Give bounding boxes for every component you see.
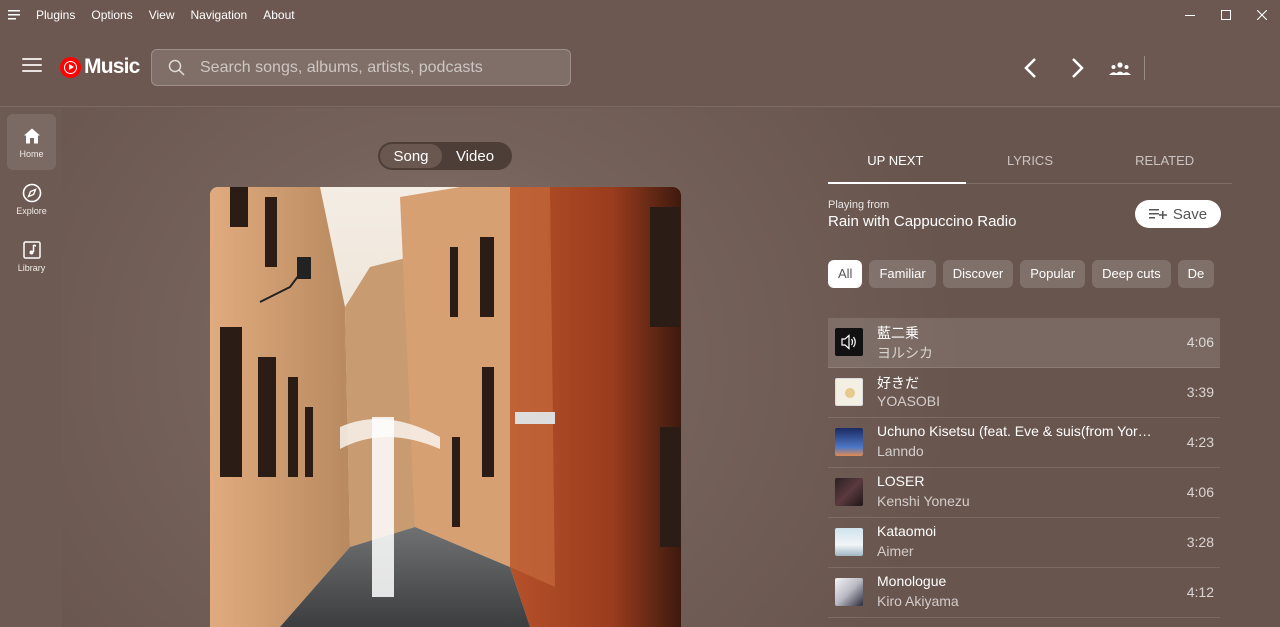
chip-all[interactable]: All <box>828 260 863 288</box>
queue-item-duration: 3:39 <box>1186 384 1214 400</box>
queue-item[interactable]: LOSER Kenshi Yonezu 4:06 <box>828 468 1220 518</box>
menu-navigation[interactable]: Navigation <box>183 0 256 30</box>
save-button[interactable]: Save <box>1135 200 1221 228</box>
queue-item-artist: ヨルシカ <box>877 345 933 361</box>
speaker-icon <box>841 334 856 350</box>
side-panel-tabs: UP NEXT LYRICS RELATED <box>828 138 1232 184</box>
queue-item-title: Monologue <box>877 573 947 589</box>
song-thumbnail <box>835 378 863 406</box>
search-bar[interactable] <box>151 49 571 86</box>
save-label: Save <box>1172 205 1208 223</box>
maximize-button[interactable] <box>1208 0 1244 30</box>
header-divider <box>1144 56 1145 80</box>
menu-about[interactable]: About <box>255 0 302 30</box>
playlist-name[interactable]: Rain with Cappuccino Radio <box>828 213 1016 230</box>
now-playing-thumbnail <box>835 328 863 356</box>
forward-button[interactable] <box>1066 55 1090 81</box>
rail-item-explore[interactable]: Explore <box>7 171 56 227</box>
logo-icon <box>60 56 81 78</box>
queue-item-title: Uchuno Kisetsu (feat. Eve & suis(from Yo… <box>877 423 1152 439</box>
tab-up-next[interactable]: UP NEXT <box>828 138 966 184</box>
home-icon <box>23 126 41 146</box>
queue-item-title: 藍二乗 <box>877 325 919 341</box>
search-icon <box>152 59 200 76</box>
playlist-add-icon <box>1148 208 1167 220</box>
queue-item-title: Kataomoi <box>877 523 937 539</box>
queue-item-artist: YOASOBI <box>877 393 941 409</box>
app-menu-icon[interactable] <box>0 0 28 30</box>
rail-label-explore: Explore <box>16 205 47 216</box>
menu-plugins[interactable]: Plugins <box>28 0 83 30</box>
close-button[interactable] <box>1244 0 1280 30</box>
playing-from-label: Playing from <box>828 199 890 211</box>
logo-text: Music <box>84 55 140 78</box>
chip-discover[interactable]: Discover <box>942 260 1014 288</box>
song-toggle-option[interactable]: Song <box>380 144 442 168</box>
compass-icon <box>22 183 42 203</box>
song-thumbnail <box>835 578 863 606</box>
hamburger-menu-icon[interactable] <box>22 58 42 74</box>
album-art <box>210 187 681 627</box>
youtube-music-logo[interactable]: Music <box>60 55 140 79</box>
queue-item-title: 好きだ <box>877 375 919 391</box>
minimize-button[interactable] <box>1172 0 1208 30</box>
tab-lyrics[interactable]: LYRICS <box>963 138 1098 183</box>
queue-item-artist: Kenshi Yonezu <box>877 493 970 509</box>
queue-item[interactable]: Monologue Kiro Akiyama 4:12 <box>828 568 1220 618</box>
queue-item-duration: 4:06 <box>1186 484 1214 500</box>
queue-item-artist: Aimer <box>877 543 914 559</box>
queue-item-artist: Lanndo <box>877 443 924 459</box>
chip-de[interactable]: De <box>1177 260 1215 288</box>
queue-item-duration: 4:12 <box>1186 584 1214 600</box>
library-icon <box>22 240 41 260</box>
rail-label-home: Home <box>19 148 44 159</box>
app-header: Music <box>0 30 1280 107</box>
chip-popular[interactable]: Popular <box>1020 260 1086 288</box>
song-video-toggle[interactable]: Song Video <box>378 142 512 170</box>
queue-item[interactable]: 好きだ YOASOBI 3:39 <box>828 368 1220 418</box>
queue-item-artist: Kiro Akiyama <box>877 593 959 609</box>
tab-related[interactable]: RELATED <box>1097 138 1232 183</box>
rail-item-library[interactable]: Library <box>7 228 56 284</box>
video-toggle-option[interactable]: Video <box>442 144 508 168</box>
rail-item-home[interactable]: Home <box>7 114 56 170</box>
rail-label-library: Library <box>17 262 46 273</box>
song-thumbnail <box>835 428 863 456</box>
title-bar: Plugins Options View Navigation About <box>0 0 1280 30</box>
search-input[interactable] <box>200 58 570 77</box>
up-next-queue: 藍二乗 ヨルシカ 4:06 好きだ YOASOBI 3:39 Uchuno Ki… <box>828 318 1220 618</box>
back-button[interactable] <box>1018 55 1042 81</box>
menu-options[interactable]: Options <box>83 0 140 30</box>
song-thumbnail <box>835 528 863 556</box>
queue-item[interactable]: 藍二乗 ヨルシカ 4:06 <box>828 318 1220 368</box>
users-icon[interactable] <box>1108 58 1132 78</box>
song-thumbnail <box>835 478 863 506</box>
queue-item-duration: 4:06 <box>1186 334 1214 350</box>
filter-chips: All Familiar Discover Popular Deep cuts De <box>828 260 1220 288</box>
menu-view[interactable]: View <box>141 0 183 30</box>
queue-item[interactable]: Uchuno Kisetsu (feat. Eve & suis(from Yo… <box>828 418 1220 468</box>
chip-familiar[interactable]: Familiar <box>869 260 936 288</box>
chip-deep-cuts[interactable]: Deep cuts <box>1092 260 1171 288</box>
queue-item-title: LOSER <box>877 473 925 489</box>
queue-item-duration: 4:23 <box>1186 434 1214 450</box>
queue-item[interactable]: Kataomoi Aimer 3:28 <box>828 518 1220 568</box>
queue-item-duration: 3:28 <box>1186 534 1214 550</box>
